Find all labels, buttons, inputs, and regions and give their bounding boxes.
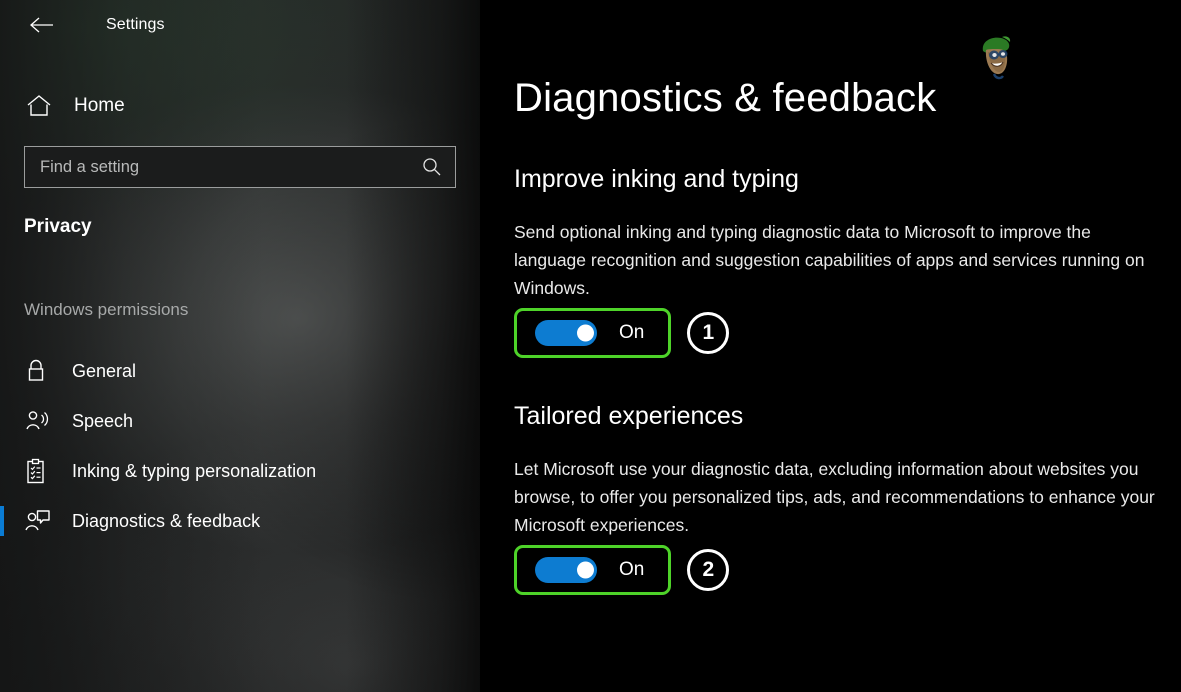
search-icon[interactable] [422,157,442,177]
step-badge-1: 1 [687,312,730,354]
search-box[interactable] [24,146,456,188]
toggle-state-label: On [619,559,645,580]
improve-inking-typing-toggle[interactable] [535,320,597,346]
back-button[interactable] [22,9,62,41]
lock-icon [24,358,58,384]
tailored-experiences-toggle[interactable] [535,557,597,583]
sidebar-item-diagnostics-feedback[interactable]: Diagnostics & feedback [0,496,480,546]
sidebar-nav-list: General Speech Inking & typing personali… [0,346,480,546]
sidebar-item-speech[interactable]: Speech [0,396,480,446]
toggle-knob [577,561,594,579]
sidebar: Settings Home Find a setting Privacy Win… [0,0,480,692]
step-badge-2: 2 [687,549,730,591]
cartoon-face-green-beret-icon [972,34,1016,82]
sidebar-item-general-label: General [72,360,137,381]
sidebar-group-title: Windows permissions [24,300,189,319]
home-icon [26,94,60,118]
section-description: Send optional inking and typing diagnost… [514,222,1145,298]
sidebar-item-home-label: Home [74,95,125,116]
sidebar-item-diagnostics-feedback-label: Diagnostics & feedback [72,510,261,531]
sidebar-item-inking-typing-personalization[interactable]: Inking & typing personalization [0,446,480,496]
clipboard-checklist-icon [24,458,58,485]
search-container [0,146,480,188]
section-tailored-experiences: Tailored experiences Let Microsoft use y… [514,402,1163,595]
sidebar-item-inking-typing-personalization-label: Inking & typing personalization [72,460,317,481]
section-description: Let Microsoft use your diagnostic data, … [514,459,1155,535]
person-feedback-icon [24,508,58,534]
sidebar-item-speech-label: Speech [72,410,134,431]
toggle-row: On 1 [514,308,1163,358]
main-content: Diagnostics & feedback Improve inking an… [480,0,1181,692]
settings-window: Settings Home Find a setting Privacy Win… [0,0,1181,692]
person-speaking-icon [24,408,58,434]
section-heading: Improve inking and typing [514,165,799,193]
section-heading: Tailored experiences [514,402,744,430]
sidebar-category-title: Privacy [24,216,92,237]
toggle-knob [577,324,594,342]
page-title: Diagnostics & feedback [514,76,937,120]
back-arrow-icon [29,16,55,34]
title-bar: Settings [0,0,480,50]
highlight-annotation-box: On [514,545,672,595]
sidebar-item-general[interactable]: General [0,346,480,396]
window-title: Settings [106,16,165,33]
section-improve-inking-and-typing: Improve inking and typing Send optional … [514,165,1163,358]
toggle-row: On 2 [514,545,1163,595]
sidebar-item-home[interactable]: Home [0,84,480,128]
highlight-annotation-box: On [514,308,672,358]
toggle-state-label: On [619,322,645,343]
search-input[interactable] [25,147,455,187]
selection-indicator [0,506,4,536]
